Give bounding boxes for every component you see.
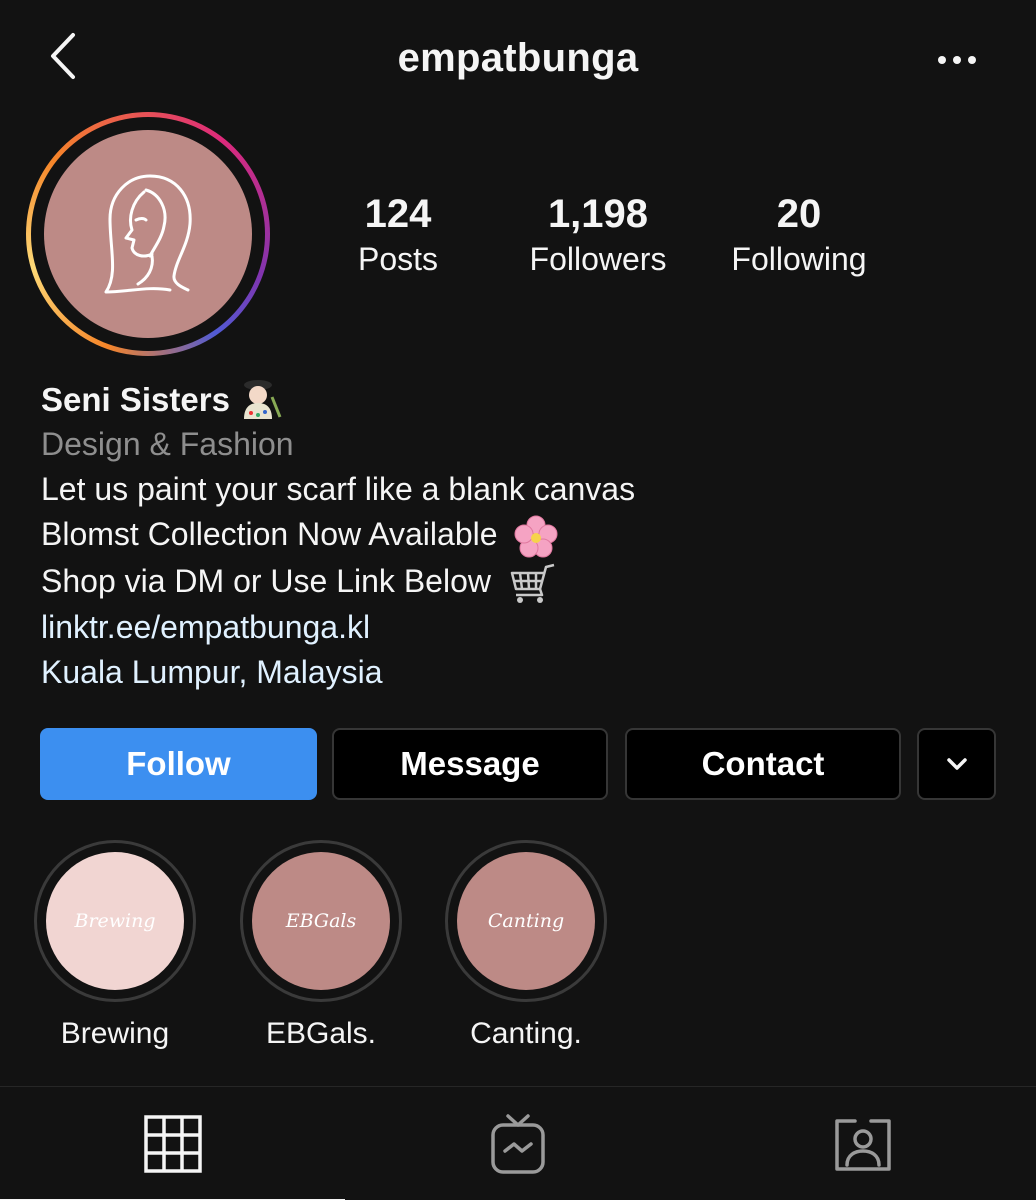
chevron-down-icon xyxy=(946,758,967,770)
bio-line-3-row: Shop via DM or Use Link Below xyxy=(41,559,1001,606)
bio-line-2-row: Blomst Collection Now Available xyxy=(41,512,1001,559)
display-name: Seni Sisters xyxy=(41,380,230,418)
bio-line-3: Shop via DM or Use Link Below xyxy=(41,562,491,599)
profile-actions: Follow Message Contact xyxy=(40,728,996,800)
highlight-ring: Brewing xyxy=(34,840,196,1002)
following-count[interactable]: 20 Following xyxy=(708,190,890,280)
tab-posts-grid[interactable] xyxy=(0,1087,345,1200)
followers-value: 1,198 xyxy=(547,192,649,236)
profile-category: Design & Fashion xyxy=(41,426,294,462)
highlight-ring: EBGals xyxy=(240,840,402,1002)
highlight-ebgals[interactable]: EBGals EBGals. xyxy=(231,840,411,1052)
suggested-accounts-button[interactable] xyxy=(917,728,996,800)
shopping-cart-icon xyxy=(510,563,555,604)
highlight-cover: Canting xyxy=(457,852,595,990)
contact-button[interactable]: Contact xyxy=(625,728,901,800)
more-horizontal-icon xyxy=(938,56,976,64)
tagged-person-icon xyxy=(834,1119,891,1171)
artist-emoji-icon xyxy=(243,380,282,419)
followers-label: Followers xyxy=(529,241,667,277)
profile-stats: 124 Posts 1,198 Followers 20 Following xyxy=(0,190,1036,290)
follow-button[interactable]: Follow xyxy=(40,728,317,800)
posts-value: 124 xyxy=(364,192,432,236)
highlight-canting[interactable]: Canting Canting. xyxy=(436,840,616,1052)
bio-line-1: Let us paint your scarf like a blank can… xyxy=(41,471,636,507)
followers-count[interactable]: 1,198 Followers xyxy=(508,190,688,280)
profile-tab-bar xyxy=(0,1086,1036,1200)
posts-count[interactable]: 124 Posts xyxy=(328,190,468,280)
highlight-cover: Brewing xyxy=(46,852,184,990)
more-options-button[interactable] xyxy=(932,42,982,78)
tab-igtv[interactable] xyxy=(345,1087,690,1200)
posts-label: Posts xyxy=(357,241,439,277)
tab-tagged[interactable] xyxy=(690,1087,1035,1200)
following-label: Following xyxy=(731,241,867,277)
bio-website-link[interactable]: linktr.ee/empatbunga.kl xyxy=(41,605,1001,650)
highlight-label: Canting. xyxy=(470,1017,582,1050)
highlight-label: EBGals. xyxy=(265,1017,377,1050)
profile-bio: Seni Sisters Design & Fashion Let us pai… xyxy=(41,376,1001,695)
highlight-ring: Canting xyxy=(445,840,607,1002)
highlight-label: Brewing xyxy=(60,1017,170,1050)
grid-icon xyxy=(143,1115,202,1173)
display-name-row: Seni Sisters xyxy=(41,376,1001,422)
igtv-icon xyxy=(490,1114,545,1174)
bio-location[interactable]: Kuala Lumpur, Malaysia xyxy=(41,650,1001,695)
highlight-cover: EBGals xyxy=(252,852,390,990)
message-button[interactable]: Message xyxy=(332,728,608,800)
bio-line-2: Blomst Collection Now Available xyxy=(41,516,498,552)
following-value: 20 xyxy=(776,192,822,236)
cherry-blossom-icon xyxy=(514,515,558,558)
highlight-brewing[interactable]: Brewing Brewing xyxy=(25,840,205,1052)
profile-header: empatbunga xyxy=(0,0,1036,120)
profile-username: empatbunga xyxy=(397,36,639,80)
story-highlights: Brewing Brewing EBGals EBGals. Canting C… xyxy=(0,840,1036,1060)
